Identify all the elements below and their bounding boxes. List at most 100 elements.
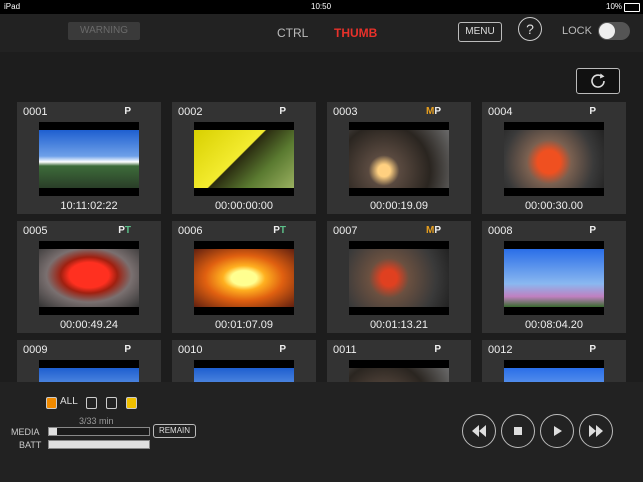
thumbnail-image [39, 368, 139, 382]
play-icon [554, 426, 562, 436]
clip-flags: P [434, 344, 441, 355]
batt-bar-fill [49, 441, 149, 448]
slot-indicator-4[interactable] [126, 397, 137, 409]
clip-number: 0002 [178, 106, 203, 118]
clip-number: 0003 [333, 106, 358, 118]
flag-p-badge: P [434, 106, 441, 117]
remaining-time: 3/33 min [79, 416, 114, 426]
thumbnail-image [349, 368, 449, 382]
slot-indicator-2[interactable] [86, 397, 97, 409]
clip-tile[interactable]: 0010 P [172, 340, 316, 382]
clip-tile[interactable]: 0007 MP 00:01:13.21 [327, 221, 471, 333]
flag-p-badge: P [279, 344, 286, 355]
help-button[interactable]: ? [518, 17, 542, 41]
clip-tile[interactable]: 0008 P 00:08:04.20 [482, 221, 626, 333]
clip-number: 0006 [178, 225, 203, 237]
thumbnail-image [504, 130, 604, 188]
clip-timecode: 00:00:19.09 [369, 200, 429, 212]
thumbnail-panel: 0001 P 10:11:02:22 0002 P 00:00:00:00 0003 MP 00… [0, 52, 643, 382]
thumbnail-image [349, 130, 449, 188]
flag-t-badge: T [279, 225, 286, 236]
thumbnail-image [39, 249, 139, 307]
flag-p-badge: P [589, 344, 596, 355]
clip-number: 0012 [488, 344, 513, 356]
clip-tile[interactable]: 0001 P 10:11:02:22 [17, 102, 161, 214]
tab-thumb[interactable]: THUMB [334, 26, 377, 40]
clip-number: 0008 [488, 225, 513, 237]
clip-flags: P [124, 106, 131, 117]
media-label: MEDIA [11, 427, 40, 437]
flag-t-badge: T [124, 225, 131, 236]
battery-icon [624, 3, 640, 12]
ios-status-bar: iPad 10:50 10% [0, 0, 643, 14]
refresh-icon [591, 73, 605, 88]
clip-number: 0011 [333, 344, 357, 356]
clip-number: 0005 [23, 225, 48, 237]
clip-flags: P [279, 106, 286, 117]
all-label: ALL [60, 396, 78, 407]
clip-tile[interactable]: 0004 P 00:00:30.00 [482, 102, 626, 214]
clip-flags: P [124, 344, 131, 355]
flag-p-badge: P [434, 344, 441, 355]
clip-flags: P [279, 344, 286, 355]
play-button[interactable] [540, 414, 574, 448]
clip-number: 0004 [488, 106, 513, 118]
refresh-button[interactable] [576, 68, 620, 94]
clip-tile[interactable]: 0009 P [17, 340, 161, 382]
media-bar-fill [49, 428, 57, 435]
fast-forward-button[interactable] [579, 414, 613, 448]
device-name: iPad [4, 2, 21, 11]
rewind-icon [472, 425, 486, 437]
thumbnail-image [194, 249, 294, 307]
bottom-bar: ALL 3/33 min MEDIA REMAIN BATT [0, 382, 643, 482]
rewind-button[interactable] [462, 414, 496, 448]
clip-thumbnail [504, 241, 604, 315]
clip-thumbnail [504, 122, 604, 196]
batt-label: BATT [19, 440, 42, 450]
menu-button[interactable]: MENU [458, 22, 502, 42]
clip-timecode: 00:01:13.21 [369, 319, 429, 331]
clip-timecode: 00:00:49.24 [59, 319, 119, 331]
clip-timecode: 00:00:00:00 [214, 200, 274, 212]
clip-number: 0007 [333, 225, 358, 237]
flag-p-badge: P [118, 225, 125, 236]
clip-thumbnail [194, 122, 294, 196]
thumbnail-image [504, 249, 604, 307]
clip-tile[interactable]: 0005 PT 00:00:49.24 [17, 221, 161, 333]
flag-p-badge: P [589, 225, 596, 236]
toggle-knob [599, 23, 615, 39]
clip-timecode: 10:11:02:22 [60, 200, 118, 212]
slot-indicator-3[interactable] [106, 397, 117, 409]
thumbnail-image [349, 249, 449, 307]
flag-p-badge: P [589, 106, 596, 117]
remain-button[interactable]: REMAIN [153, 424, 196, 438]
clock: 10:50 [311, 2, 332, 11]
flag-p-badge: P [273, 225, 280, 236]
flag-p-badge: P [124, 344, 131, 355]
clip-timecode: 00:08:04.20 [524, 319, 584, 331]
clip-tile[interactable]: 0011 P [327, 340, 471, 382]
clip-thumbnail [39, 241, 139, 315]
clip-timecode: 00:01:07.09 [214, 319, 274, 331]
clip-thumbnail [39, 122, 139, 196]
clip-tile[interactable]: 0002 P 00:00:00:00 [172, 102, 316, 214]
clip-tile[interactable]: 0006 PT 00:01:07.09 [172, 221, 316, 333]
thumbnail-image [194, 130, 294, 188]
lock-toggle[interactable] [598, 22, 630, 40]
clip-flags: P [589, 225, 596, 236]
flag-p-badge: P [279, 106, 286, 117]
fast-forward-icon [589, 425, 603, 437]
clip-number: 0009 [23, 344, 48, 356]
clip-flags: PT [273, 225, 286, 236]
tab-ctrl[interactable]: CTRL [277, 26, 308, 40]
slot-indicator-1[interactable] [46, 397, 57, 409]
clip-tile[interactable]: 0012 P [482, 340, 626, 382]
stop-button[interactable] [501, 414, 535, 448]
clip-thumbnail [504, 360, 604, 382]
clip-timecode: 00:00:30.00 [524, 200, 584, 212]
clip-tile[interactable]: 0003 MP 00:00:19.09 [327, 102, 471, 214]
clip-thumbnail [349, 122, 449, 196]
clip-flags: PT [118, 225, 131, 236]
clip-thumbnail [194, 241, 294, 315]
top-bar: WARNING CTRL THUMB MENU ? LOCK [0, 14, 643, 52]
